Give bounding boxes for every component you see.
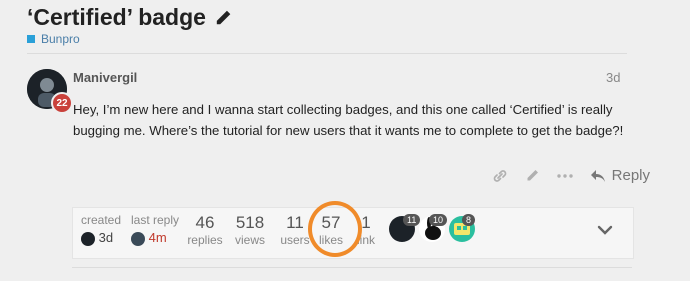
participant-count: 11 <box>403 214 421 226</box>
category-badge[interactable]: Bunpro <box>27 32 80 46</box>
created-stat[interactable]: created 3d <box>81 213 121 246</box>
link-icon[interactable] <box>492 168 508 184</box>
replies-value: 46 <box>195 213 215 232</box>
chevron-down-icon[interactable] <box>596 221 614 239</box>
replies-label: replies <box>187 233 223 247</box>
divider <box>72 267 632 268</box>
username[interactable]: Manivergil <box>73 70 137 85</box>
replies-stat: 46 replies <box>186 213 224 247</box>
participant-count: 8 <box>462 214 476 226</box>
last-reply-stat[interactable]: last reply 4m <box>131 213 179 246</box>
reply-label: Reply <box>611 167 650 184</box>
users-value: 11 <box>286 213 304 232</box>
pencil-icon[interactable] <box>214 9 232 27</box>
flair-number: 22 <box>56 97 68 109</box>
views-stat: 518 views <box>231 213 269 247</box>
views-value: 518 <box>235 213 265 232</box>
participant-count: 10 <box>429 214 448 226</box>
more-icon[interactable] <box>556 168 574 184</box>
edit-icon[interactable] <box>524 168 540 184</box>
created-label: created <box>81 213 122 227</box>
created-value: 3d <box>98 230 114 245</box>
category-label: Bunpro <box>41 32 80 46</box>
users-stat: 11 users <box>278 213 312 247</box>
reply-button[interactable]: Reply <box>590 167 650 184</box>
category-color-square <box>27 35 35 43</box>
last-reply-value: 4m <box>148 230 167 245</box>
last-replier-avatar <box>131 231 145 246</box>
highlight-circle <box>308 201 362 257</box>
divider <box>27 53 627 54</box>
users-label: users <box>280 233 310 247</box>
user-flair: 22 <box>51 92 73 114</box>
post-actions: Reply <box>492 167 650 184</box>
last-reply-label: last reply <box>131 213 180 227</box>
post-date[interactable]: 3d <box>606 70 620 85</box>
views-label: views <box>234 233 265 247</box>
topic-title: ‘Certified’ badge <box>27 4 232 31</box>
post-body: Hey, I’m new here and I wanna start coll… <box>73 102 624 138</box>
creator-avatar <box>81 231 95 246</box>
topic-title-text: ‘Certified’ badge <box>27 4 206 30</box>
reply-icon <box>590 169 605 182</box>
